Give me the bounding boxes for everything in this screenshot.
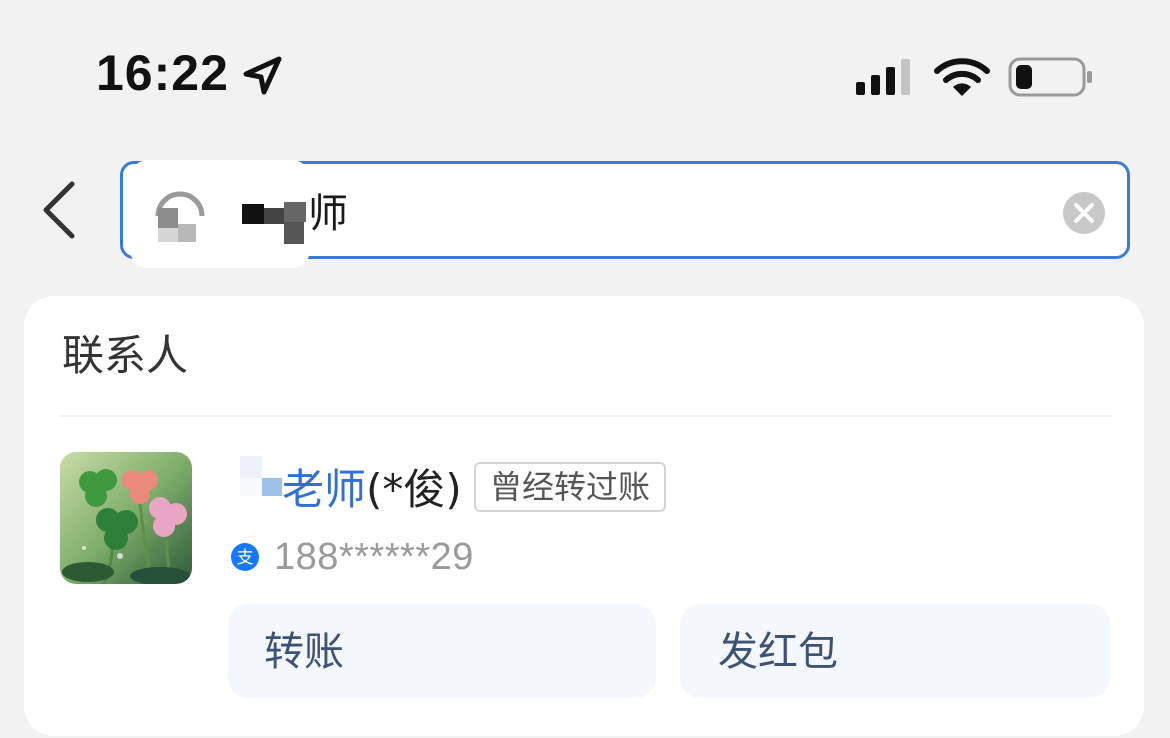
privacy-mask-text xyxy=(242,202,306,244)
chevron-left-icon xyxy=(43,181,75,239)
alipay-icon: 支 xyxy=(231,543,259,571)
contact-name-highlight: 老师 xyxy=(282,465,367,514)
location-arrow-icon xyxy=(243,56,282,95)
clear-search-button[interactable] xyxy=(1062,191,1106,235)
back-button[interactable] xyxy=(30,170,90,250)
contact-avatar[interactable] xyxy=(60,452,192,584)
contact-name-rest: (*俊) xyxy=(366,465,462,514)
status-bar: 16:22 xyxy=(0,0,1170,150)
transfer-button[interactable]: 转账 xyxy=(228,604,656,698)
contact-name[interactable]: 老师(*俊) xyxy=(282,462,462,518)
contact-avatar-icon xyxy=(155,191,205,242)
clear-circle-icon xyxy=(1063,192,1105,234)
status-time: 16:22 xyxy=(96,45,229,101)
wifi-icon xyxy=(934,58,990,96)
svg-text:支: 支 xyxy=(237,548,254,568)
privacy-mask-name xyxy=(240,456,282,496)
contact-phone: 188******29 xyxy=(274,536,474,578)
red-packet-button-label: 发红包 xyxy=(718,629,838,675)
section-title-contacts: 联系人 xyxy=(62,331,189,380)
battery-low-icon xyxy=(1008,57,1092,97)
clover-image xyxy=(60,452,192,584)
search-query-text: 师 xyxy=(308,191,348,237)
transfer-history-badge: 曾经转过账 xyxy=(474,462,667,512)
transfer-button-label: 转账 xyxy=(264,629,344,675)
cellular-signal-icon xyxy=(856,59,910,95)
divider xyxy=(60,415,1112,417)
red-packet-button[interactable]: 发红包 xyxy=(680,604,1110,698)
